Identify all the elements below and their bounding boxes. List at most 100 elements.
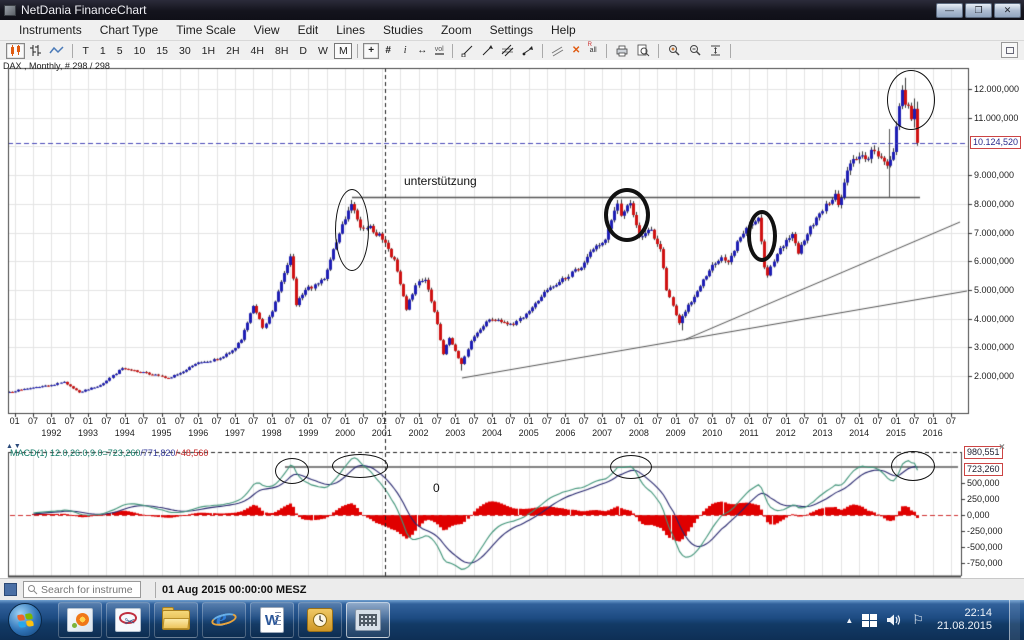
year-label: 1998	[262, 428, 282, 438]
delete-all-drawings-icon[interactable]: Rall	[585, 43, 601, 59]
time-tick-label: 01	[928, 416, 938, 426]
timeframe-15[interactable]: 15	[152, 43, 173, 59]
parallel-lines-tool-icon[interactable]	[498, 43, 517, 59]
time-tick-label: 07	[138, 416, 148, 426]
taskbar-explorer-icon[interactable]	[154, 602, 198, 638]
arrowline-tool-icon[interactable]	[478, 43, 497, 59]
chart-canvas[interactable]	[0, 0, 1024, 640]
price-tick-label: 2.000,000	[974, 371, 1014, 381]
taskbar-netdania-active-icon[interactable]	[346, 602, 390, 638]
ellipse-2011-peak[interactable]	[747, 210, 777, 262]
menu-chart-type[interactable]: Chart Type	[91, 21, 167, 39]
support-text-annotation[interactable]: unterstützung	[404, 174, 477, 188]
maximize-button[interactable]: ❐	[965, 3, 992, 18]
macd-study-label[interactable]: MACD(1) 12.0,26.0,9.0=723,260/771,820/-4…	[10, 448, 208, 458]
ohlc-bars-icon[interactable]	[26, 43, 45, 59]
menu-edit[interactable]: Edit	[289, 21, 328, 39]
time-tick-label: 01	[707, 416, 717, 426]
timeframe-2h[interactable]: 2H	[222, 43, 244, 59]
status-separator	[155, 582, 156, 598]
trendline-tool-icon[interactable]	[458, 43, 477, 59]
menu-zoom[interactable]: Zoom	[432, 21, 481, 39]
grid-toggle-icon[interactable]: #	[380, 43, 396, 59]
menu-studies[interactable]: Studies	[374, 21, 432, 39]
toolbar-separator	[730, 44, 731, 58]
timeframe-w[interactable]: W	[314, 43, 333, 59]
timeframe-m[interactable]: M	[334, 43, 352, 59]
timeframe-1h[interactable]: 1H	[197, 43, 219, 59]
print-icon[interactable]	[612, 43, 632, 59]
search-box[interactable]	[23, 581, 141, 598]
taskbar-clock[interactable]: 22:14 21.08.2015	[937, 607, 992, 633]
timeframe-4h[interactable]: 4H	[246, 43, 268, 59]
info-icon[interactable]: i	[397, 43, 413, 59]
menu-lines[interactable]: Lines	[327, 21, 374, 39]
line-chart-icon[interactable]	[46, 43, 67, 59]
panel-splitter[interactable]: ▲▼	[6, 443, 22, 450]
time-tick-label: 01	[83, 416, 93, 426]
volume-icon[interactable]: vol	[431, 43, 447, 59]
zero-text-annotation[interactable]: 0	[433, 481, 440, 495]
year-label: 2010	[702, 428, 722, 438]
timeframe-8h[interactable]: 8H	[270, 43, 292, 59]
windows-update-icon[interactable]	[862, 614, 877, 627]
ray-tool-icon[interactable]	[518, 43, 537, 59]
time-tick-label: 07	[101, 416, 111, 426]
menu-time-scale[interactable]: Time Scale	[167, 21, 245, 39]
time-tick-label: 01	[414, 416, 424, 426]
search-input[interactable]	[41, 584, 133, 596]
toolbar-separator	[72, 44, 73, 58]
taskbar-word-icon[interactable]: W	[250, 602, 294, 638]
time-tick-label: 07	[542, 416, 552, 426]
close-button[interactable]: ✕	[994, 3, 1021, 18]
timeframe-d[interactable]: D	[295, 43, 312, 59]
ellipse-macd-2015[interactable]	[891, 451, 935, 481]
menu-help[interactable]: Help	[542, 21, 585, 39]
taskbar-snipping-tool-icon[interactable]: ✂	[106, 602, 150, 638]
channel-tool-icon[interactable]	[548, 43, 567, 59]
action-center-flag-icon[interactable]: ⚐	[912, 612, 924, 628]
taskbar-outlook-icon[interactable]	[298, 602, 342, 638]
ellipse-macd-2000a[interactable]	[275, 458, 309, 484]
print-preview-icon[interactable]	[633, 43, 653, 59]
detach-chart-icon[interactable]	[1001, 42, 1018, 58]
volume-icon-label: vol	[435, 46, 444, 55]
start-button[interactable]	[8, 603, 42, 637]
show-desktop-button[interactable]	[1009, 600, 1020, 640]
ellipse-macd-2007[interactable]	[610, 455, 652, 479]
minimize-button[interactable]: —	[936, 3, 963, 18]
zoom-in-icon[interactable]	[664, 43, 684, 59]
timeframe-5[interactable]: 5	[112, 43, 127, 59]
taskbar-photo-viewer-icon[interactable]	[58, 602, 102, 638]
year-label: 2000	[335, 428, 355, 438]
timeframe-1[interactable]: 1	[95, 43, 110, 59]
taskbar-internet-explorer-icon[interactable]: e	[202, 602, 246, 638]
menu-instruments[interactable]: Instruments	[10, 21, 91, 39]
menu-settings[interactable]: Settings	[481, 21, 542, 39]
timeframe-10[interactable]: 10	[129, 43, 150, 59]
zoom-out-icon[interactable]	[685, 43, 705, 59]
ellipse-2007-peak[interactable]	[604, 188, 650, 242]
ellipse-2015-peak[interactable]	[887, 70, 935, 130]
year-label: 2007	[592, 428, 612, 438]
crosshair-icon[interactable]: +	[363, 43, 379, 59]
fit-vertical-icon[interactable]	[706, 43, 725, 59]
scroll-arrows-icon[interactable]: ↔	[414, 43, 430, 59]
time-tick-label: 07	[212, 416, 222, 426]
time-tick-label: 01	[340, 416, 350, 426]
close-study-icon[interactable]: ×	[999, 442, 1005, 453]
timeframe-30[interactable]: 30	[174, 43, 195, 59]
ellipse-macd-2000b[interactable]	[332, 454, 388, 478]
candlestick-chart-icon[interactable]	[6, 43, 25, 59]
macd-value-box: 723,260	[964, 463, 1003, 476]
price-tick-label: 11.000,000	[974, 113, 1018, 123]
speaker-icon[interactable]	[886, 613, 903, 627]
delete-drawing-icon[interactable]: ✕	[568, 43, 584, 59]
timeframe-t[interactable]: T	[78, 43, 93, 59]
ellipse-2000-peak[interactable]	[335, 189, 369, 271]
time-tick-label: 01	[156, 416, 166, 426]
tray-expand-icon[interactable]: ▲	[845, 616, 853, 625]
window-controls: — ❐ ✕	[936, 3, 1024, 18]
menu-view[interactable]: View	[245, 21, 289, 39]
time-tick-label: 01	[817, 416, 827, 426]
